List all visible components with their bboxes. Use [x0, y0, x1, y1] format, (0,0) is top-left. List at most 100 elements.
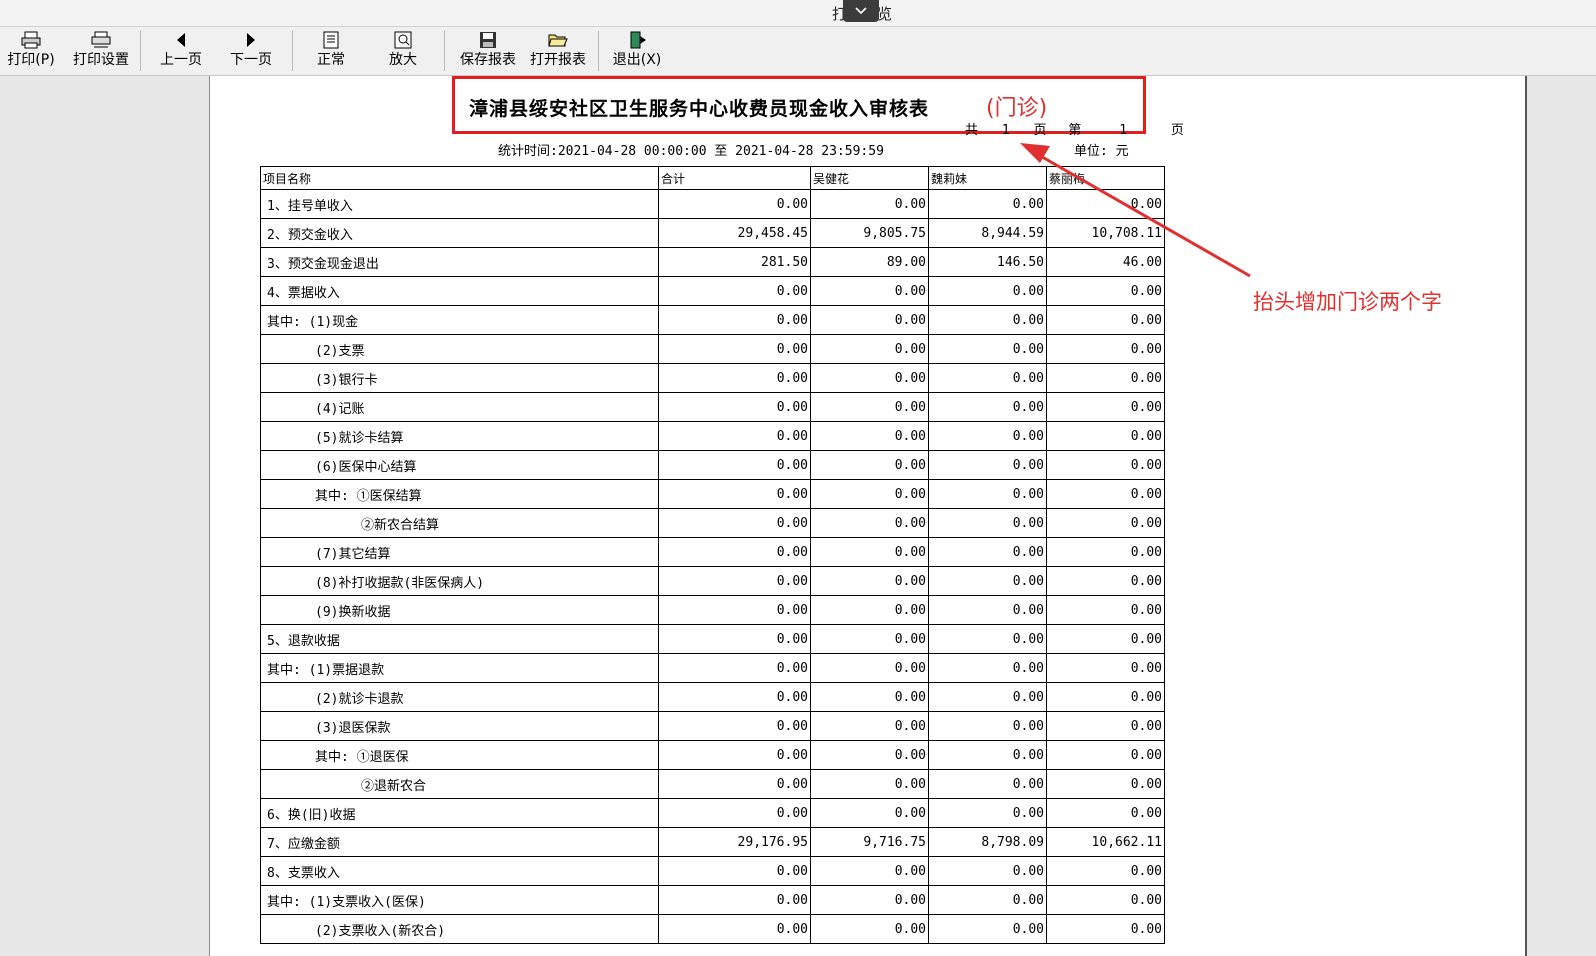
row-value-cell: 0.00	[1046, 624, 1165, 654]
row-value-cell: 0.00	[928, 334, 1047, 364]
toolbar-separator	[598, 31, 599, 71]
row-item-name: (2)就诊卡退款	[260, 682, 659, 712]
row-value-cell: 8,798.09	[928, 827, 1047, 857]
row-value-cell: 0.00	[928, 363, 1047, 393]
table-row: (2)支票收入(新农合) 0.00 0.00 0.00 0.00	[260, 914, 1165, 944]
table-row: ②退新农合 0.00 0.00 0.00 0.00	[260, 769, 1165, 799]
row-value-cell: 0.00	[1046, 740, 1165, 770]
table-row: (5)就诊卡结算 0.00 0.00 0.00 0.00	[260, 421, 1165, 451]
row-value-cell: 0.00	[1046, 334, 1165, 364]
table-row: 其中: ①退医保 0.00 0.00 0.00 0.00	[260, 740, 1165, 770]
row-value-cell: 0.00	[928, 653, 1047, 683]
page-current-suffix: 页	[1170, 123, 1184, 138]
row-value-cell: 0.00	[928, 508, 1047, 538]
triangle-left-icon	[177, 33, 185, 47]
collapse-button[interactable]	[843, 0, 879, 22]
page-total-label: 共	[965, 123, 979, 138]
row-value-cell: 0.00	[658, 537, 811, 567]
column-header: 吴健花	[810, 166, 929, 190]
print-settings-button[interactable]: 打印设置	[68, 29, 134, 73]
row-value-cell: 0.00	[1046, 595, 1165, 625]
toolbar-separator	[140, 31, 141, 71]
zoom-in-button[interactable]: 放大	[383, 29, 423, 73]
table-row: (2)支票 0.00 0.00 0.00 0.00	[260, 334, 1165, 364]
row-value-cell: 0.00	[810, 479, 929, 509]
table-row: 4、票据收入 0.00 0.00 0.00 0.00	[260, 276, 1165, 306]
row-value-cell: 0.00	[1046, 508, 1165, 538]
row-value-cell: 0.00	[1046, 914, 1165, 944]
row-value-cell: 0.00	[810, 885, 929, 915]
table-row: 其中: (1)支票收入(医保) 0.00 0.00 0.00 0.00	[260, 885, 1165, 915]
report-title-addition: (门诊)	[986, 96, 1048, 121]
row-value-cell: 0.00	[1046, 566, 1165, 596]
row-value-cell: 281.50	[658, 247, 811, 277]
row-value-cell: 0.00	[1046, 363, 1165, 393]
save-report-button[interactable]: 保存报表	[456, 29, 520, 73]
row-value-cell: 0.00	[810, 769, 929, 799]
row-value-cell: 0.00	[658, 479, 811, 509]
stat-time: 统计时间:2021-04-28 00:00:00 至 2021-04-28 23…	[498, 144, 884, 159]
row-value-cell: 29,176.95	[658, 827, 811, 857]
row-value-cell: 0.00	[928, 189, 1047, 219]
row-value-cell: 0.00	[810, 508, 929, 538]
row-value-cell: 8,944.59	[928, 218, 1047, 248]
row-value-cell: 0.00	[810, 276, 929, 306]
row-item-name: (9)换新收据	[260, 595, 659, 625]
toolbar: 打印(P) 打印设置 上一页 下一页 正常 放大 保存报表 打开报表 退出(X)	[0, 27, 1596, 76]
row-value-cell: 0.00	[658, 740, 811, 770]
row-item-name: (8)补打收据款(非医保病人)	[260, 566, 659, 596]
row-value-cell: 0.00	[1046, 653, 1165, 683]
toolbar-separator	[444, 31, 445, 71]
triangle-right-icon	[247, 33, 255, 47]
next-page-button[interactable]: 下一页	[226, 29, 276, 73]
row-value-cell: 0.00	[658, 769, 811, 799]
row-value-cell: 0.00	[658, 566, 811, 596]
row-item-name: (4)记账	[260, 392, 659, 422]
column-header: 合计	[658, 166, 811, 190]
row-value-cell: 0.00	[1046, 711, 1165, 741]
table-row: (3)退医保款 0.00 0.00 0.00 0.00	[260, 711, 1165, 741]
window-titlebar: 打印预览	[0, 0, 1596, 27]
page-total-suffix: 页	[1033, 123, 1047, 138]
normal-view-button[interactable]: 正常	[311, 29, 351, 73]
row-value-cell: 46.00	[1046, 247, 1165, 277]
row-value-cell: 0.00	[658, 798, 811, 828]
row-value-cell: 9,805.75	[810, 218, 929, 248]
row-value-cell: 0.00	[810, 305, 929, 335]
row-value-cell: 0.00	[810, 682, 929, 712]
exit-button[interactable]: 退出(X)	[608, 29, 666, 73]
row-value-cell: 0.00	[658, 653, 811, 683]
row-value-cell: 0.00	[928, 711, 1047, 741]
row-value-cell: 0.00	[1046, 682, 1165, 712]
chevron-down-icon	[855, 7, 867, 15]
table-row: 其中: ①医保结算 0.00 0.00 0.00 0.00	[260, 479, 1165, 509]
open-report-button[interactable]: 打开报表	[526, 29, 590, 73]
row-value-cell: 0.00	[928, 885, 1047, 915]
page-total: 1	[1001, 123, 1010, 138]
table-row: 6、换(旧)收据 0.00 0.00 0.00 0.00	[260, 798, 1165, 828]
row-item-name: 其中: (1)票据退款	[260, 653, 659, 683]
row-value-cell: 0.00	[658, 189, 811, 219]
row-value-cell: 0.00	[1046, 769, 1165, 799]
row-value-cell: 0.00	[658, 914, 811, 944]
print-button[interactable]: 打印(P)	[3, 29, 59, 73]
row-value-cell: 89.00	[810, 247, 929, 277]
report-table-body: 1、挂号单收入 0.00 0.00 0.00 0.00 2、预交金收入 29,458.45 9…	[260, 189, 1165, 944]
row-value-cell: 0.00	[810, 392, 929, 422]
report-page: 漳浦县绥安社区卫生服务中心收费员现金收入审核表 (门诊) 共 1 页 第 1 页…	[209, 76, 1527, 956]
unit-label: 单位: 元	[1074, 144, 1129, 159]
column-header: 魏莉妹	[928, 166, 1047, 190]
row-value-cell: 0.00	[658, 595, 811, 625]
prev-page-button[interactable]: 上一页	[156, 29, 206, 73]
print-settings-label: 打印设置	[73, 52, 129, 68]
table-row: 7、应缴金额 29,176.95 9,716.75 8,798.09 10,662.11	[260, 827, 1165, 857]
row-value-cell: 0.00	[658, 276, 811, 306]
row-value-cell: 0.00	[810, 537, 929, 567]
prev-page-label: 上一页	[160, 52, 202, 68]
row-item-name: (3)银行卡	[260, 363, 659, 393]
row-value-cell: 0.00	[928, 914, 1047, 944]
row-item-name: 其中: ①医保结算	[260, 479, 659, 509]
row-item-name: ②新农合结算	[260, 508, 659, 538]
table-row: 5、退款收据 0.00 0.00 0.00 0.00	[260, 624, 1165, 654]
row-value-cell: 0.00	[810, 334, 929, 364]
